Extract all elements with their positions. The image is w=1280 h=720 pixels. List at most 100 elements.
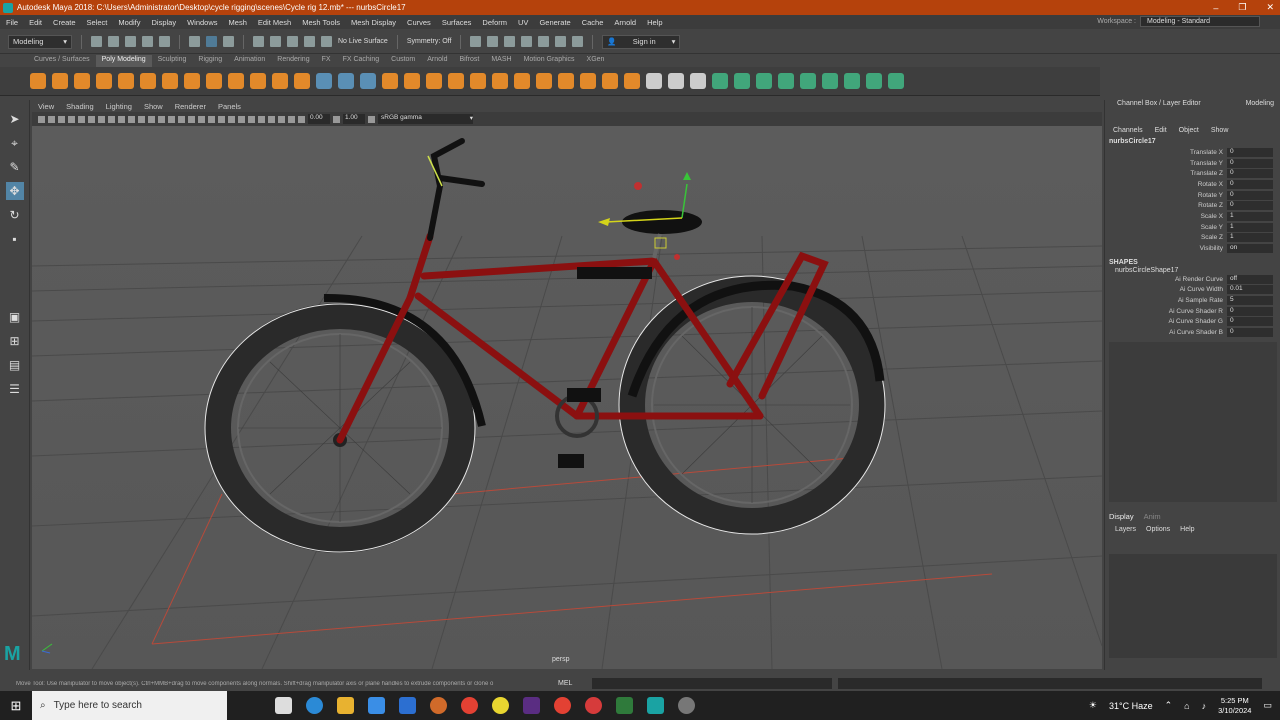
layer-list[interactable] bbox=[1109, 554, 1277, 658]
clock[interactable]: 5:25 PM 3/10/2024 bbox=[1218, 696, 1251, 716]
help-menu[interactable]: Help bbox=[1180, 526, 1194, 533]
windows-start-icon[interactable]: ⊞ bbox=[0, 698, 32, 714]
bookmarks-icon[interactable] bbox=[48, 115, 55, 123]
wireframe-on-shaded-icon[interactable] bbox=[178, 115, 185, 123]
separate-icon[interactable] bbox=[338, 73, 354, 89]
merge-icon[interactable] bbox=[514, 73, 530, 89]
isolate-select-icon[interactable] bbox=[258, 115, 265, 123]
exposure-field[interactable]: 0.00 bbox=[308, 114, 330, 124]
attribute-label[interactable]: Visibility bbox=[1105, 245, 1227, 252]
maya-taskbar-icon[interactable] bbox=[647, 697, 664, 714]
poly-cylinder-icon[interactable] bbox=[74, 73, 90, 89]
attribute-value[interactable]: 0 bbox=[1227, 179, 1273, 189]
panel-menu-panels[interactable]: Panels bbox=[218, 102, 241, 111]
close-button[interactable]: ✕ bbox=[1266, 2, 1274, 13]
pdf-icon[interactable] bbox=[616, 697, 633, 714]
mel-label[interactable]: MEL bbox=[558, 680, 578, 687]
single-view-icon[interactable]: ▣ bbox=[6, 308, 24, 326]
backface-culling-icon[interactable] bbox=[288, 115, 295, 123]
attribute-value[interactable]: 1 bbox=[1227, 233, 1273, 243]
color-management-icon[interactable] bbox=[368, 115, 375, 123]
shelf-tab[interactable]: MASH bbox=[485, 55, 517, 67]
attribute-value[interactable]: 0 bbox=[1227, 317, 1273, 327]
minimize-button[interactable]: – bbox=[1213, 3, 1218, 13]
file-explorer-icon[interactable] bbox=[337, 697, 354, 714]
image-plane-icon[interactable] bbox=[58, 115, 65, 123]
insert-edge-loop-icon[interactable] bbox=[602, 73, 618, 89]
poly-plane-icon[interactable] bbox=[140, 73, 156, 89]
shelf-tab[interactable]: Rendering bbox=[271, 55, 315, 67]
shelf-tab[interactable]: FX Caching bbox=[337, 55, 386, 67]
maximize-button[interactable]: ❐ bbox=[1238, 2, 1246, 13]
redo-icon[interactable] bbox=[159, 36, 170, 47]
taskbar-search[interactable]: ⌕ Type here to search bbox=[32, 691, 227, 720]
network-icon[interactable]: ⌂ bbox=[1184, 701, 1189, 711]
volume-icon[interactable]: ♪ bbox=[1202, 701, 1207, 711]
menu-mesh-tools[interactable]: Mesh Tools bbox=[302, 18, 340, 27]
platonic-solid-icon[interactable] bbox=[184, 73, 200, 89]
shelf-tab[interactable]: Curves / Surfaces bbox=[28, 55, 96, 67]
attribute-label[interactable]: Ai Sample Rate bbox=[1105, 297, 1227, 304]
hypershade-icon[interactable] bbox=[538, 36, 550, 47]
edit-menu[interactable]: Edit bbox=[1155, 127, 1167, 134]
make-live-icon[interactable] bbox=[321, 36, 332, 47]
menu-modify[interactable]: Modify bbox=[118, 18, 140, 27]
attribute-value[interactable]: 0 bbox=[1227, 306, 1273, 316]
offset-edge-loop-icon[interactable] bbox=[624, 73, 640, 89]
select-object-icon[interactable] bbox=[206, 36, 217, 47]
attribute-label[interactable]: Ai Render Curve bbox=[1105, 276, 1227, 283]
menu-uv[interactable]: UV bbox=[518, 18, 528, 27]
attribute-label[interactable]: Scale Y bbox=[1105, 224, 1227, 231]
grease-pencil-icon[interactable] bbox=[78, 115, 85, 123]
combine-icon[interactable] bbox=[316, 73, 332, 89]
menu-help[interactable]: Help bbox=[647, 18, 662, 27]
menu-mesh[interactable]: Mesh bbox=[229, 18, 247, 27]
multi-cut-icon[interactable] bbox=[646, 73, 662, 89]
gamma-field[interactable]: 1.00 bbox=[343, 114, 365, 124]
perspective-viewport[interactable]: persp bbox=[32, 126, 1102, 669]
menu-cache[interactable]: Cache bbox=[582, 18, 604, 27]
select-tool-icon[interactable]: ➤ bbox=[6, 110, 24, 128]
poly-torus-icon[interactable] bbox=[118, 73, 134, 89]
panel-menu-renderer[interactable]: Renderer bbox=[175, 102, 206, 111]
mirror-icon[interactable] bbox=[404, 73, 420, 89]
target-weld-icon[interactable] bbox=[668, 73, 684, 89]
bevel-icon[interactable] bbox=[470, 73, 486, 89]
attribute-value[interactable]: off bbox=[1227, 274, 1273, 284]
menu-edit-mesh[interactable]: Edit Mesh bbox=[258, 18, 291, 27]
new-scene-icon[interactable] bbox=[91, 36, 102, 47]
outliner-layout-icon[interactable]: ▤ bbox=[6, 356, 24, 374]
bridge-icon[interactable] bbox=[448, 73, 464, 89]
depth-of-field-icon[interactable] bbox=[248, 115, 255, 123]
menu-file[interactable]: File bbox=[6, 18, 18, 27]
unfold-icon[interactable] bbox=[822, 73, 838, 89]
channel-box-title[interactable]: Channel Box / Layer Editor bbox=[1117, 100, 1201, 110]
attribute-label[interactable]: Ai Curve Shader B bbox=[1105, 329, 1227, 336]
motion-blur-icon[interactable] bbox=[228, 115, 235, 123]
menu-edit[interactable]: Edit bbox=[29, 18, 42, 27]
super-shape-icon[interactable] bbox=[206, 73, 222, 89]
shelf-tab[interactable]: Motion Graphics bbox=[518, 55, 581, 67]
grid-icon[interactable] bbox=[88, 115, 95, 123]
mail-icon[interactable] bbox=[399, 697, 416, 714]
arnold-render-icon[interactable] bbox=[555, 36, 567, 47]
snap-curve-icon[interactable] bbox=[270, 36, 281, 47]
panel-menu-shading[interactable]: Shading bbox=[66, 102, 94, 111]
chrome-icon[interactable] bbox=[461, 697, 478, 714]
view-transform-dropdown[interactable]: sRGB gamma ▾ bbox=[378, 114, 473, 124]
ipr-render-icon[interactable] bbox=[504, 36, 516, 47]
shelf-tab[interactable]: Bifrost bbox=[454, 55, 486, 67]
shape-node-name[interactable]: nurbsCircleShape17 bbox=[1105, 266, 1280, 274]
obs-icon[interactable] bbox=[678, 697, 695, 714]
shelf-tab[interactable]: Animation bbox=[228, 55, 271, 67]
sew-uv-icon[interactable] bbox=[888, 73, 904, 89]
attribute-value[interactable]: 0.01 bbox=[1227, 285, 1273, 295]
menu-arnold[interactable]: Arnold bbox=[614, 18, 636, 27]
render-view-icon[interactable] bbox=[470, 36, 482, 47]
smooth-shade-icon[interactable] bbox=[168, 115, 175, 123]
attribute-label[interactable]: Ai Curve Shader R bbox=[1105, 308, 1227, 315]
rotate-tool-icon[interactable]: ↻ bbox=[6, 206, 24, 224]
snap-view-plane-icon[interactable] bbox=[304, 36, 315, 47]
attribute-label[interactable]: Ai Curve Shader G bbox=[1105, 318, 1227, 325]
xray-joints-icon[interactable] bbox=[278, 115, 285, 123]
